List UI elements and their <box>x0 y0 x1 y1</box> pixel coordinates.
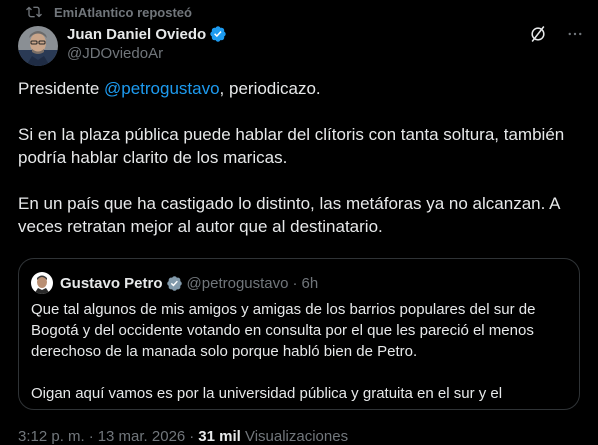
mention-link[interactable]: @petrogustavo <box>104 79 220 98</box>
quoted-paragraph-2: Oigan aquí vamos es por la universidad p… <box>31 385 503 402</box>
tweet-paragraph-1: Presidente @petrogustavo, periodicazo. <box>18 77 586 100</box>
tweet-paragraph-2: Si en la plaza pública puede hablar del … <box>18 125 565 167</box>
tweet-paragraph-3: En un país que ha castigado lo distinto,… <box>18 194 560 236</box>
tweet-text: Presidente @petrogustavo, periodicazo. S… <box>18 77 586 261</box>
tweet-line1-suffix: , periodicazo. <box>219 79 321 98</box>
avatar[interactable] <box>18 26 58 66</box>
repost-header[interactable]: EmiAtlantico reposteó <box>26 2 192 22</box>
views-count[interactable]: 31 mil <box>198 428 241 445</box>
meta-separator-2: · <box>189 428 195 445</box>
repost-icon <box>26 4 42 20</box>
top-actions <box>528 24 584 44</box>
verified-badge-icon[interactable] <box>209 25 227 43</box>
tweet-date[interactable]: 13 mar. 2026 <box>98 428 186 445</box>
quoted-tweet-header: Gustavo Petro @petrogustavo · 6h <box>31 272 318 294</box>
quoted-author-handle[interactable]: @petrogustavo <box>187 275 289 292</box>
quoted-tweet-text: Que tal algunos de mis amigos y amigas d… <box>31 299 567 409</box>
tweet-meta: 3:12 p. m. · 13 mar. 2026 · 31 mil Visualiza… <box>18 428 348 445</box>
author-info: Juan Daniel Oviedo @JDOviedoAr <box>67 24 227 62</box>
quoted-avatar[interactable] <box>31 272 53 294</box>
repost-text: EmiAtlantico reposteó <box>54 4 192 20</box>
quoted-separator: · <box>292 274 298 292</box>
tweet-time[interactable]: 3:12 p. m. <box>18 428 85 445</box>
meta-separator: · <box>88 428 94 445</box>
quoted-author-name[interactable]: Gustavo Petro <box>60 275 163 292</box>
views-label[interactable]: Visualizaciones <box>245 428 348 445</box>
grok-icon[interactable] <box>528 24 548 44</box>
tweet-line1-prefix: Presidente <box>18 79 104 98</box>
author-handle[interactable]: @JDOviedoAr <box>67 45 227 62</box>
verified-gray-badge-icon[interactable] <box>166 275 183 292</box>
quoted-tweet[interactable]: Gustavo Petro @petrogustavo · 6h Que tal… <box>18 258 580 410</box>
quoted-paragraph-1: Que tal algunos de mis amigos y amigas d… <box>31 301 536 360</box>
more-icon[interactable] <box>566 25 584 43</box>
quoted-timestamp[interactable]: 6h <box>301 275 318 292</box>
author-name[interactable]: Juan Daniel Oviedo <box>67 26 206 43</box>
